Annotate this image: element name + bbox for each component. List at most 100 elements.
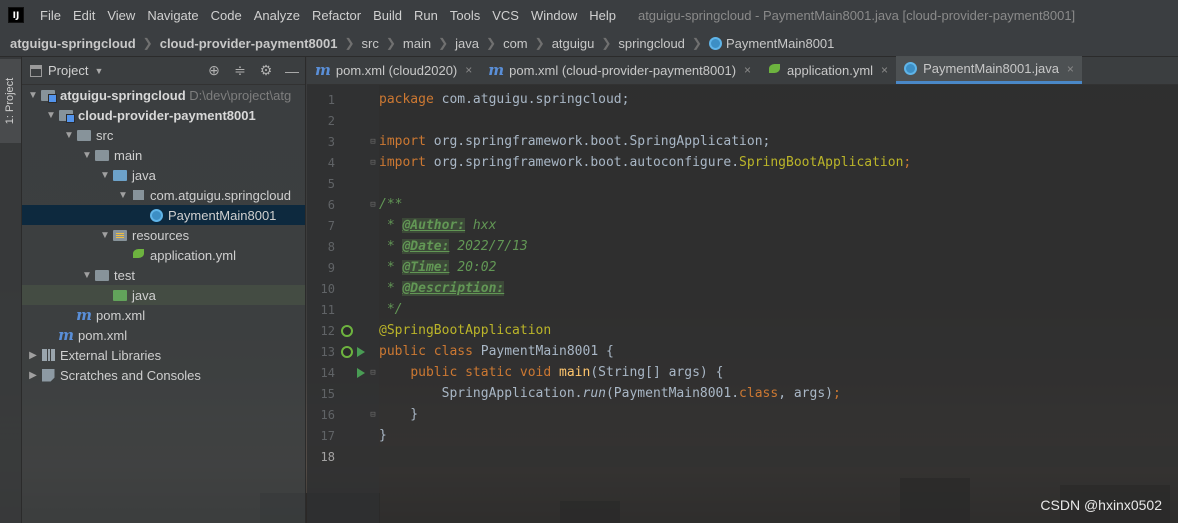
code-editor[interactable]: 1 package com.atguigu.springcloud; 2 3 ⊟… xyxy=(307,85,1178,523)
chevron-down-icon[interactable]: ▼ xyxy=(94,66,103,76)
package-icon xyxy=(130,188,146,202)
fold-icon[interactable]: ⊟ xyxy=(367,158,379,168)
breadcrumb-item[interactable]: java xyxy=(455,36,479,51)
menu-vcs[interactable]: VCS xyxy=(486,8,525,23)
tree-item-application-yml[interactable]: ▼ application.yml xyxy=(22,245,305,265)
project-tool-window-tab[interactable]: 1: Project xyxy=(0,59,21,143)
code-line: 11 */ xyxy=(307,299,1178,320)
line-number: 9 xyxy=(327,260,335,275)
fold-icon[interactable]: ⊟ xyxy=(367,200,379,210)
breadcrumb-item[interactable]: atguigu xyxy=(552,36,595,51)
line-number: 4 xyxy=(327,155,335,170)
collapsed-arrow-icon[interactable]: ▶ xyxy=(26,370,40,381)
tree-item-main[interactable]: ▼ main xyxy=(22,145,305,165)
spring-bean-icon[interactable] xyxy=(341,345,353,358)
menu-analyze[interactable]: Analyze xyxy=(248,8,306,23)
tree-item-test-java[interactable]: ▼ java xyxy=(22,285,305,305)
java-class-icon xyxy=(708,36,722,50)
line-number: 15 xyxy=(320,386,335,401)
close-icon[interactable]: × xyxy=(881,63,888,77)
java-class-icon xyxy=(904,62,918,75)
expand-arrow-icon[interactable]: ▼ xyxy=(26,90,40,101)
tree-item-cloud-provider-payment8001[interactable]: ▼ cloud-provider-payment8001 xyxy=(22,105,305,125)
breadcrumb-item[interactable]: main xyxy=(403,36,431,51)
breadcrumb-item[interactable]: cloud-provider-payment8001 xyxy=(160,36,338,51)
breadcrumb-item[interactable]: PaymentMain8001 xyxy=(726,36,834,51)
chevron-right-icon: ❯ xyxy=(344,36,355,50)
menu-view[interactable]: View xyxy=(101,8,141,23)
tab-pom-payment8001[interactable]: m pom.xml (cloud-provider-payment8001) × xyxy=(480,56,759,84)
close-icon[interactable]: × xyxy=(744,63,751,77)
tree-label: pom.xml xyxy=(96,307,146,323)
line-number: 1 xyxy=(327,92,335,107)
tree-item-src[interactable]: ▼ src xyxy=(22,125,305,145)
test-folder-icon xyxy=(112,288,128,302)
editor-tab-bar: m pom.xml (cloud2020) × m pom.xml (cloud… xyxy=(307,56,1178,85)
tab-pom-cloud2020[interactable]: m pom.xml (cloud2020) × xyxy=(307,56,480,84)
run-icon[interactable] xyxy=(357,367,365,378)
breadcrumb: atguigu-springcloud ❯ cloud-provider-pay… xyxy=(0,30,1178,57)
window-title: atguigu-springcloud - PaymentMain8001.ja… xyxy=(637,7,1076,23)
spring-yaml-icon xyxy=(767,64,781,76)
tree-item-scratches[interactable]: ▶ Scratches and Consoles xyxy=(22,365,305,385)
expand-arrow-icon[interactable]: ▼ xyxy=(98,230,112,241)
expand-arrow-icon[interactable]: ▼ xyxy=(98,170,112,181)
tab-application-yml[interactable]: application.yml × xyxy=(759,56,896,84)
menu-tools[interactable]: Tools xyxy=(444,8,486,23)
expand-arrow-icon[interactable]: ▼ xyxy=(62,130,76,141)
spring-bean-icon[interactable] xyxy=(341,324,353,337)
tree-label: External Libraries xyxy=(60,347,162,363)
fold-icon[interactable]: ⊟ xyxy=(367,137,379,147)
expand-arrow-icon[interactable]: ▼ xyxy=(44,110,58,121)
fold-icon[interactable]: ⊟ xyxy=(367,368,379,378)
breadcrumb-item[interactable]: com xyxy=(503,36,528,51)
code-line: 12 @SpringBootApplication xyxy=(307,320,1178,341)
menu-navigate[interactable]: Navigate xyxy=(141,8,204,23)
tree-item-paymentmain8001[interactable]: ▼ PaymentMain8001 xyxy=(22,205,305,225)
tree-label: application.yml xyxy=(150,247,236,263)
tree-item-module-pom[interactable]: ▼ m pom.xml xyxy=(22,305,305,325)
tab-paymentmain8001[interactable]: PaymentMain8001.java × xyxy=(896,56,1082,84)
tree-item-test[interactable]: ▼ test xyxy=(22,265,305,285)
maven-icon: m xyxy=(76,306,92,324)
minimize-icon[interactable]: — xyxy=(279,63,305,79)
close-icon[interactable]: × xyxy=(1067,62,1074,76)
breadcrumb-item[interactable]: springcloud xyxy=(618,36,685,51)
tree-item-external-libraries[interactable]: ▶ External Libraries xyxy=(22,345,305,365)
expand-arrow-icon[interactable]: ▼ xyxy=(80,270,94,281)
fold-icon[interactable]: ⊟ xyxy=(367,410,379,420)
collapsed-arrow-icon[interactable]: ▶ xyxy=(26,350,40,361)
tree-item-package[interactable]: ▼ com.atguigu.springcloud xyxy=(22,185,305,205)
tree-item-atguigu-springcloud[interactable]: ▼ atguigu-springcloud D:\dev\project\atg xyxy=(22,85,305,105)
gear-icon[interactable]: ⚙ xyxy=(253,62,279,79)
maven-icon: m xyxy=(488,61,505,79)
locate-target-icon[interactable]: ⊕ xyxy=(201,62,227,79)
breadcrumb-item[interactable]: atguigu-springcloud xyxy=(10,36,136,51)
tree-item-java[interactable]: ▼ java xyxy=(22,165,305,185)
run-icon[interactable] xyxy=(357,346,365,357)
line-number: 8 xyxy=(327,239,335,254)
tree-label: test xyxy=(114,267,135,283)
collapse-all-icon[interactable]: ≑ xyxy=(227,62,253,79)
breadcrumb-item[interactable]: src xyxy=(362,36,379,51)
expand-arrow-icon[interactable]: ▼ xyxy=(80,150,94,161)
tree-label: java xyxy=(132,287,156,303)
menu-refactor[interactable]: Refactor xyxy=(306,8,367,23)
project-view-selector[interactable]: Project xyxy=(48,63,88,78)
menu-window[interactable]: Window xyxy=(525,8,583,23)
tree-item-resources[interactable]: ▼ resources xyxy=(22,225,305,245)
spring-yaml-icon xyxy=(130,248,146,262)
menu-build[interactable]: Build xyxy=(367,8,408,23)
close-icon[interactable]: × xyxy=(465,63,472,77)
menu-run[interactable]: Run xyxy=(408,8,444,23)
menu-code[interactable]: Code xyxy=(205,8,248,23)
menu-edit[interactable]: Edit xyxy=(67,8,101,23)
line-number: 6 xyxy=(327,197,335,212)
intellij-logo-icon[interactable]: IJ xyxy=(8,7,24,23)
menu-help[interactable]: Help xyxy=(583,8,622,23)
code-line: 7 * @Author: hxx xyxy=(307,215,1178,236)
tree-item-root-pom[interactable]: ▼ m pom.xml xyxy=(22,325,305,345)
expand-arrow-icon[interactable]: ▼ xyxy=(116,190,130,201)
module-folder-icon xyxy=(58,108,75,123)
menu-file[interactable]: File xyxy=(34,8,67,23)
